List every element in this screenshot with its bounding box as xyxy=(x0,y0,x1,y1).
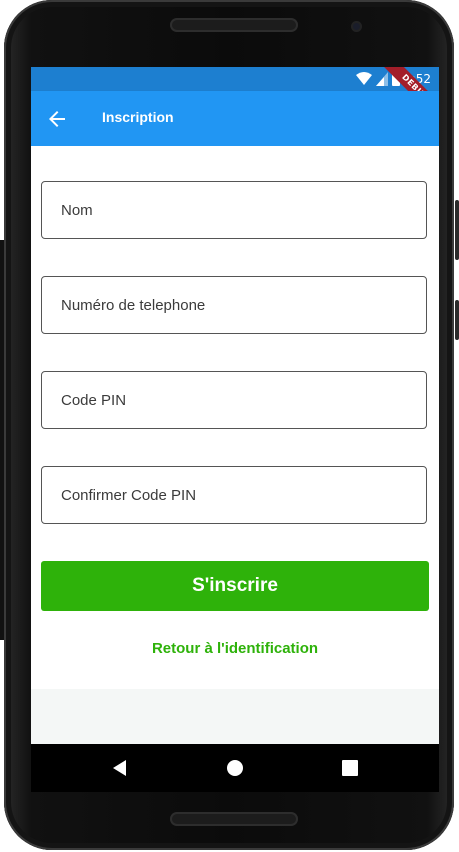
front-camera xyxy=(351,21,362,32)
power-button[interactable] xyxy=(455,300,459,340)
back-arrow-icon[interactable] xyxy=(45,107,69,131)
nav-back-icon[interactable] xyxy=(111,759,129,777)
app-bar: Inscription xyxy=(31,91,439,146)
name-input[interactable] xyxy=(42,182,426,238)
page-title: Inscription xyxy=(102,109,174,125)
phone-input[interactable] xyxy=(42,277,426,333)
confirm-pin-input[interactable] xyxy=(42,467,426,523)
signal-icon xyxy=(376,72,389,86)
volume-button[interactable] xyxy=(455,200,459,260)
nav-home-icon[interactable] xyxy=(226,759,244,777)
status-bar: 5:52 DEBUG xyxy=(31,67,439,127)
phone-field[interactable] xyxy=(41,276,427,334)
confirm-pin-field[interactable] xyxy=(41,466,427,524)
top-speaker xyxy=(170,18,298,32)
system-nav-bar xyxy=(31,744,439,792)
nav-recents-icon[interactable] xyxy=(341,759,359,777)
phone-frame: 5:52 DEBUG Inscription S'inscrire xyxy=(4,0,459,850)
form-content: S'inscrire Retour à l'identification xyxy=(31,146,439,689)
bottom-speaker xyxy=(170,812,298,826)
screen: 5:52 DEBUG Inscription S'inscrire xyxy=(31,67,439,792)
back-to-login-link[interactable]: Retour à l'identification xyxy=(31,640,439,657)
pin-input[interactable] xyxy=(42,372,426,428)
register-button[interactable]: S'inscrire xyxy=(41,561,429,611)
wifi-icon xyxy=(356,72,373,85)
pin-field[interactable] xyxy=(41,371,427,429)
name-field[interactable] xyxy=(41,181,427,239)
